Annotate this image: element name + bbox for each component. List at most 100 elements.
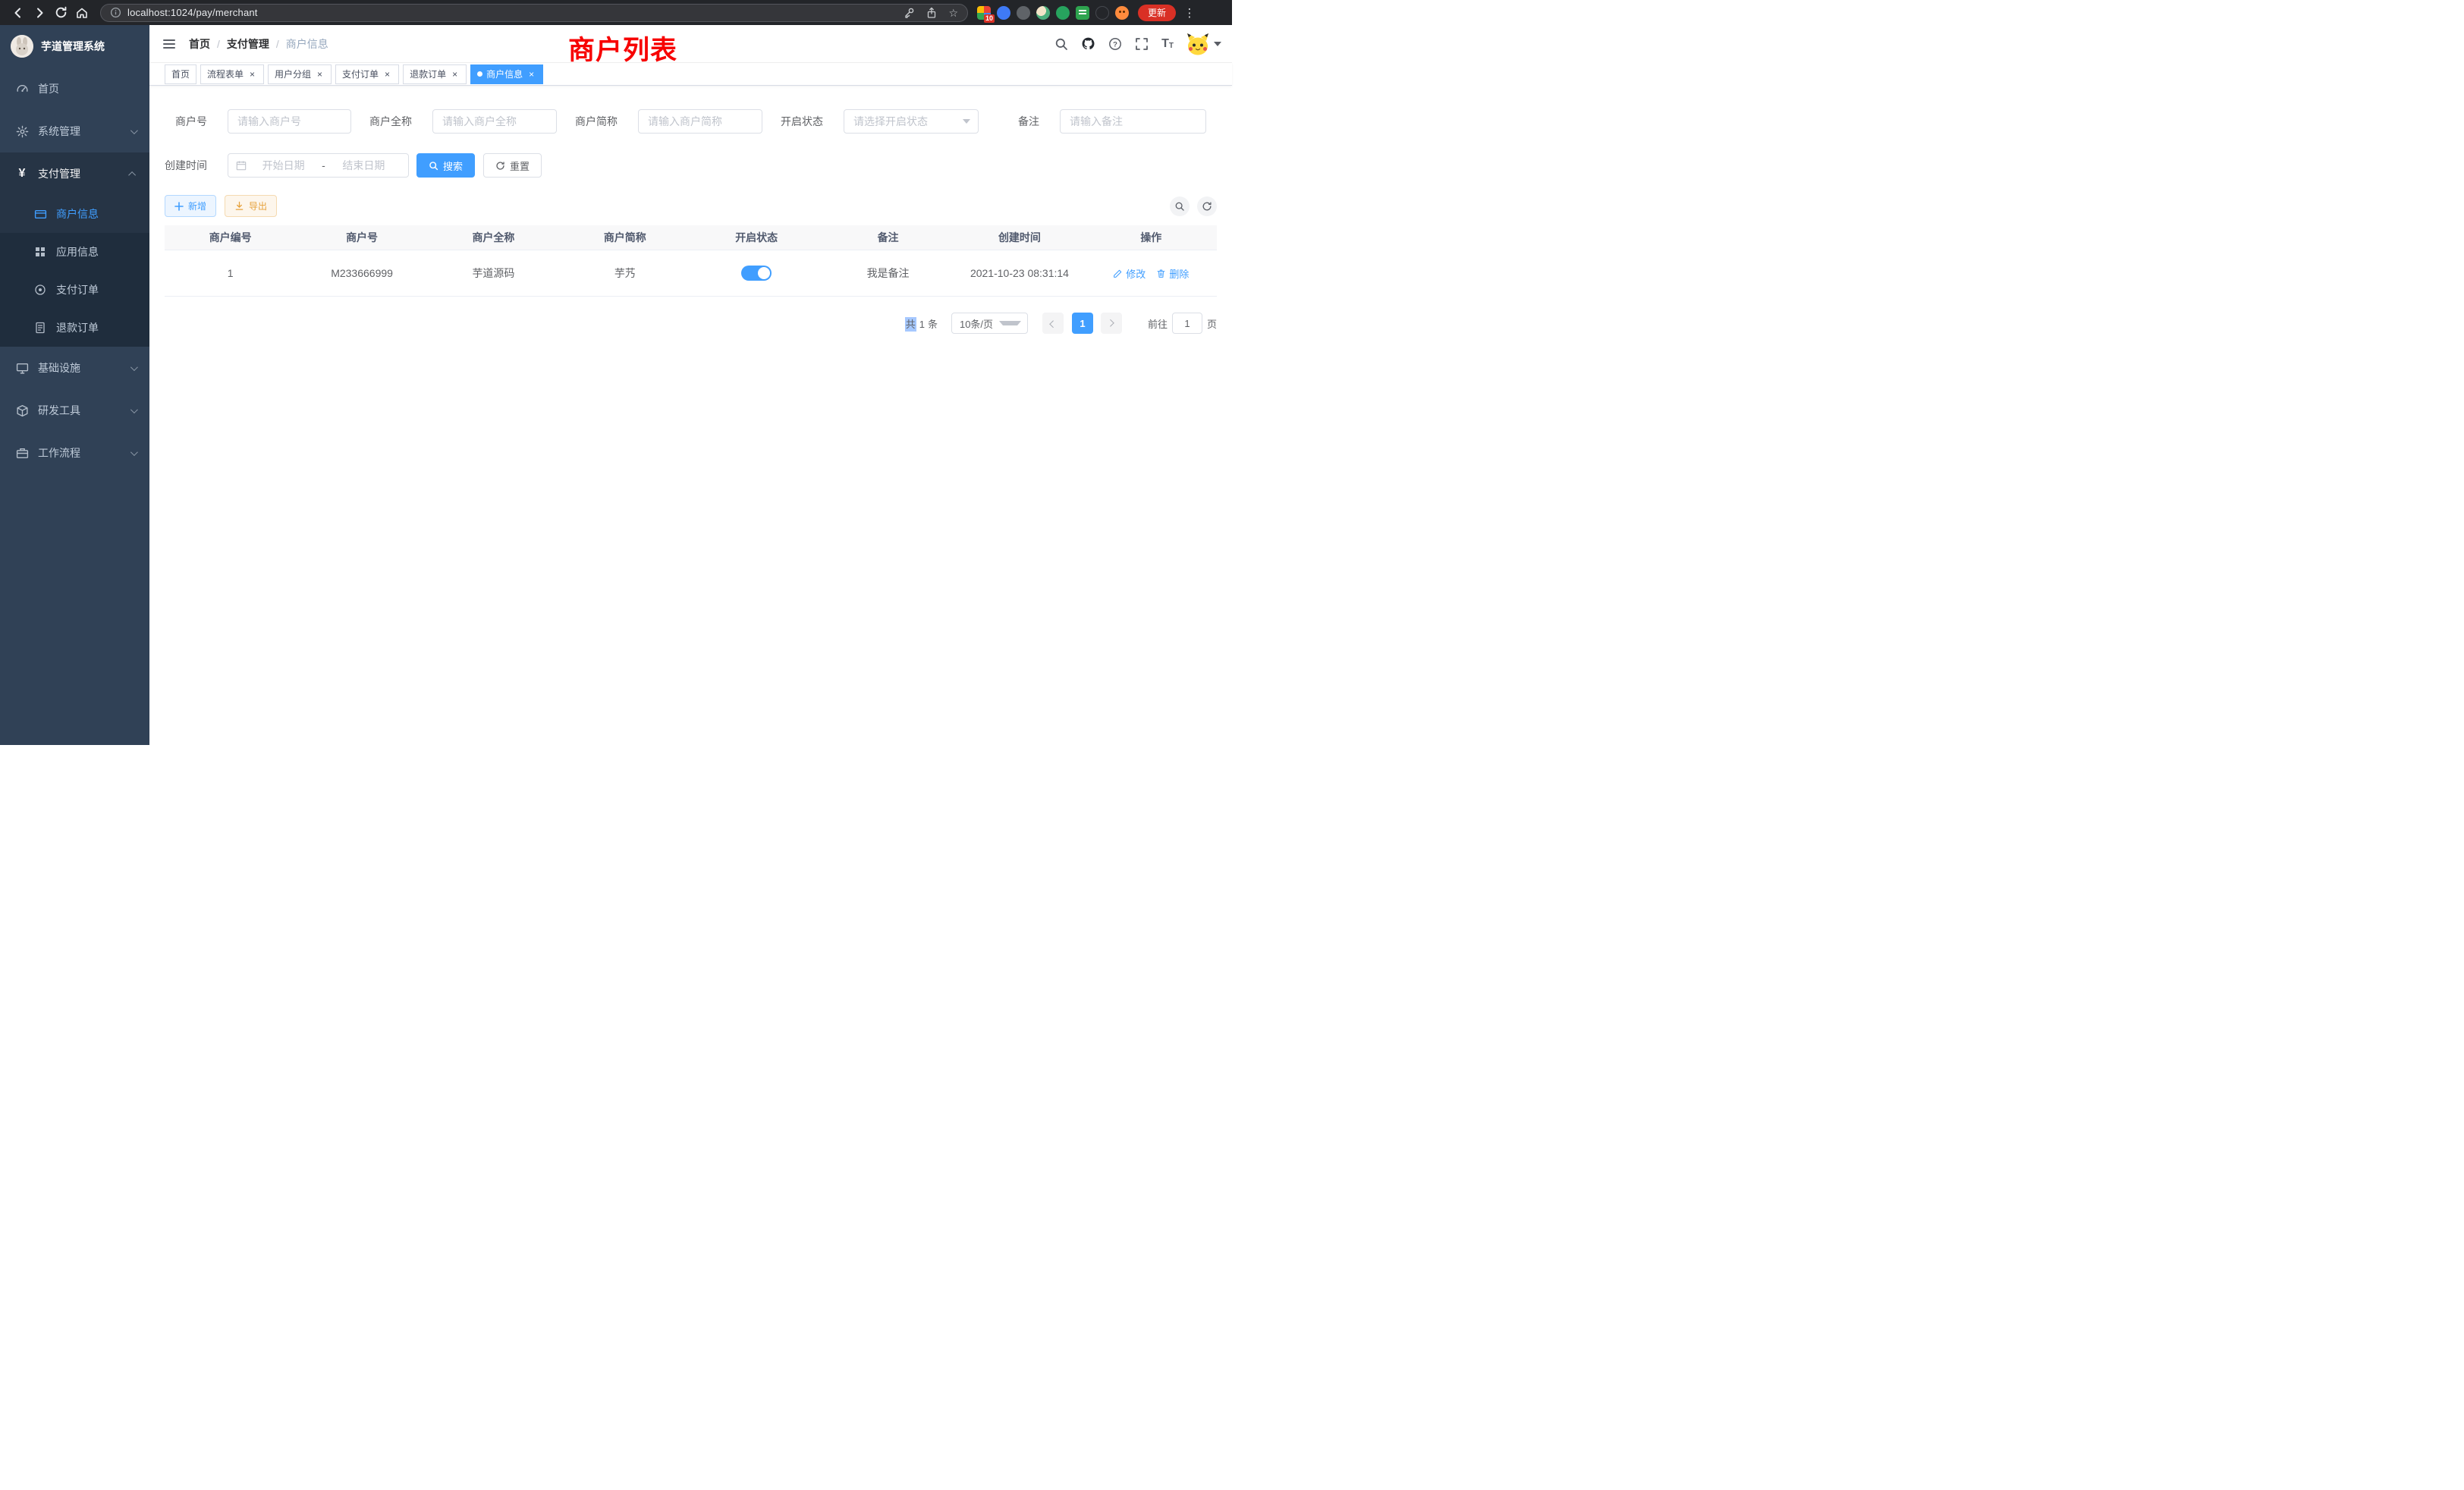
font-size-icon[interactable]: TT [1161,38,1174,50]
user-avatar[interactable] [1186,33,1221,55]
sidebar-item-home[interactable]: 首页 [0,68,149,110]
status-select[interactable]: 请选择开启状态 [844,109,979,134]
content: 商户号 商户全称 商户简称 开启状态 请选择开启状态 [149,86,1232,745]
order-icon [33,284,47,296]
close-icon[interactable]: × [382,69,392,79]
sidebar-subitem-payment-order[interactable]: 支付订单 [0,271,149,309]
site-info-icon[interactable] [110,7,121,18]
delete-button[interactable]: 删除 [1156,266,1189,281]
extension-icon-6[interactable] [1076,6,1089,20]
document-icon [33,322,47,334]
cell-create-time: 2021-10-23 08:31:14 [954,267,1085,279]
remark-label: 备注 [997,114,1039,129]
breadcrumb-payment[interactable]: 支付管理 [227,36,269,52]
total-count: 1 [919,319,925,330]
tab-refund-order[interactable]: 退款订单× [403,64,467,84]
page-size-select[interactable]: 10条/页 [951,313,1028,334]
extension-icon-3[interactable] [1017,6,1030,20]
github-icon[interactable] [1081,36,1095,51]
extension-icon-7[interactable] [1095,6,1109,20]
hamburger-icon[interactable] [162,36,177,52]
extension-icon-1[interactable]: 10 [977,6,991,20]
sidebar-item-infrastructure[interactable]: 基础设施 [0,347,149,389]
tags-view: 首页 流程表单× 用户分组× 支付订单× 退款订单× 商户信息× [149,63,1232,86]
table-toolbar: 新增 导出 [149,195,1232,217]
reset-button[interactable]: 重置 [483,153,542,178]
browser-update-button[interactable]: 更新 [1138,5,1176,21]
help-icon[interactable]: ? [1108,37,1122,51]
merchant-no-input[interactable] [228,109,351,134]
sidebar-subitem-refund-order[interactable]: 退款订单 [0,309,149,347]
forward-icon[interactable] [29,2,50,24]
close-icon[interactable]: × [247,69,257,79]
tab-merchant-info[interactable]: 商户信息× [470,64,543,84]
extension-icon-5[interactable] [1056,6,1070,20]
column-header: 商户号 [296,230,427,245]
cell-full-name: 芋道源码 [428,266,559,281]
sidebar-item-workflow[interactable]: 工作流程 [0,432,149,474]
tab-label: 用户分组 [275,68,311,80]
toggle-search-icon[interactable] [1170,196,1190,216]
prev-page-button[interactable] [1042,313,1064,334]
chevron-down-icon [963,119,970,124]
close-icon[interactable]: × [526,69,536,79]
breadcrumb-home[interactable]: 首页 [189,36,210,52]
cell-merchant-id: 1 [165,267,296,279]
export-button[interactable]: 导出 [225,195,277,217]
sidebar-item-label: 支付管理 [38,166,80,181]
status-toggle[interactable] [741,266,772,281]
sidebar-subitem-app-info[interactable]: 应用信息 [0,233,149,271]
date-start-placeholder: 开始日期 [247,158,320,173]
merchant-name-label: 商户全称 [369,114,412,129]
next-page-button[interactable] [1101,313,1122,334]
fullscreen-icon[interactable] [1135,37,1149,51]
reload-icon[interactable] [50,2,71,24]
add-button[interactable]: 新增 [165,195,216,217]
tab-user-group[interactable]: 用户分组 × [268,64,332,84]
sidebar-item-label: 工作流程 [38,445,80,461]
search-icon[interactable] [1054,37,1068,51]
column-header: 商户编号 [165,230,296,245]
grid-icon [33,246,47,258]
screen: localhost:1024/pay/merchant ☆ 10 更新 ⋮ [0,0,1232,745]
merchant-short-input[interactable] [638,109,762,134]
cell-actions: 修改 删除 [1086,266,1217,281]
remark-input[interactable] [1060,109,1206,134]
sidebar-item-system-management[interactable]: 系统管理 [0,110,149,152]
tab-label: 商户信息 [486,68,523,80]
cell-short-name: 芋艿 [559,266,690,281]
home-icon[interactable] [71,2,93,24]
tab-payment-order[interactable]: 支付订单× [335,64,399,84]
extension-icon-4[interactable] [1036,6,1050,20]
search-button[interactable]: 搜索 [416,153,475,178]
goto-page-input[interactable] [1172,313,1202,334]
page-number-1[interactable]: 1 [1072,313,1093,334]
refresh-icon[interactable] [1197,196,1217,216]
close-icon[interactable]: × [315,69,325,79]
share-icon[interactable] [926,7,938,19]
extension-icon-2[interactable] [997,6,1010,20]
close-icon[interactable]: × [450,69,460,79]
merchant-name-input[interactable] [432,109,557,134]
merchant-short-label: 商户简称 [575,114,618,129]
add-button-label: 新增 [188,200,206,212]
sidebar-item-dev-tools[interactable]: 研发工具 [0,389,149,432]
date-range-picker[interactable]: 开始日期 - 结束日期 [228,153,409,178]
logo-avatar [11,35,33,58]
browser-menu-icon[interactable]: ⋮ [1183,6,1196,20]
address-bar[interactable]: localhost:1024/pay/merchant ☆ [100,4,968,22]
sidebar-item-payment-management[interactable]: ¥ 支付管理 [0,152,149,195]
edit-button[interactable]: 修改 [1113,266,1146,281]
bookmark-star-icon[interactable]: ☆ [948,8,958,18]
avatar-image [1186,33,1209,55]
tab-process-form[interactable]: 流程表单× [200,64,264,84]
password-key-icon[interactable] [903,7,915,19]
back-icon[interactable] [8,2,29,24]
tab-home[interactable]: 首页 [165,64,196,84]
active-dot [477,71,482,77]
status-label: 开启状态 [781,114,823,129]
sidebar-logo[interactable]: 芋道管理系统 [0,25,149,68]
extension-icon-8[interactable] [1115,6,1129,20]
export-button-label: 导出 [249,200,267,212]
sidebar-subitem-merchant-info[interactable]: 商户信息 [0,195,149,233]
